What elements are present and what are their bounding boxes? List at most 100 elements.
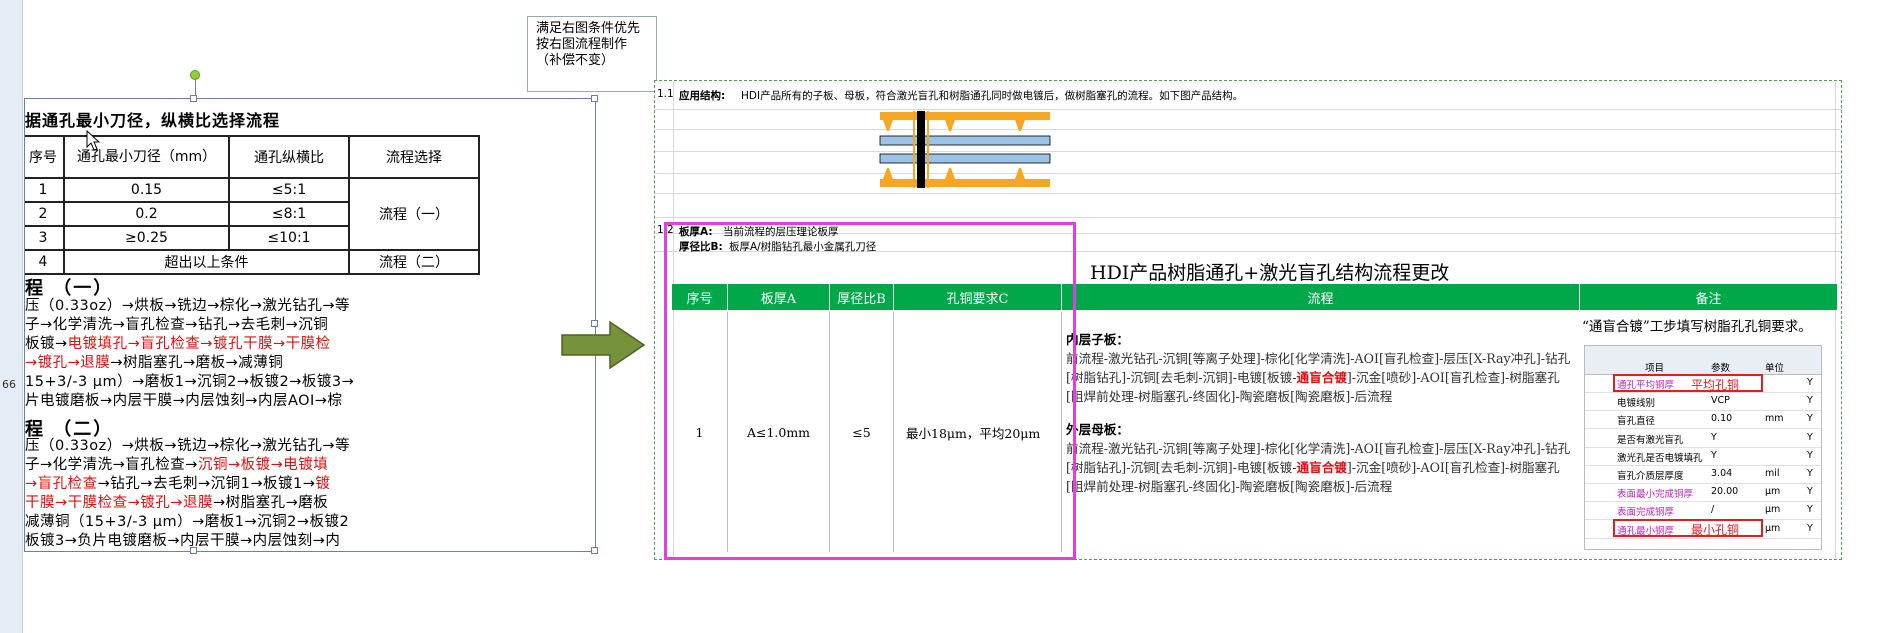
param-flag: Y [1807,377,1813,388]
param-item: 电镀线别 [1617,398,1656,410]
flow-segment: 压（0.33oz）→烘板→铣边→棕化→激光钻孔→等 [25,438,351,454]
table-cell: ≤8:1 [228,201,350,227]
header-remark: 备注 [1580,284,1838,310]
header-flow: 流程 [1062,284,1580,310]
param-item: 激光孔是否电镀填孔 [1617,452,1703,464]
avg-copper-highlight [1613,374,1763,392]
param-row: 激光孔是否电镀填孔 Y Y [1585,447,1821,466]
table-cell: ≥0.25 [63,225,230,251]
remark-text: “通盲合镀”工步填写树脂孔孔铜要求。 [1582,319,1812,335]
flow-line: 片电镀磨板→内层干膜→内层蚀刻→内层AOI→棕 [25,392,354,411]
cursor-icon [86,130,101,151]
table-cell: 1 [25,177,65,203]
min-copper-annotation: 最小孔铜 [1691,523,1740,537]
resize-handle[interactable] [591,95,598,102]
flow-segment: 减薄铜（15+3/-3 μm）→磨板1→沉铜2→板镀2 [25,514,350,530]
flow-picture[interactable]: 据通孔最小刀径，纵横比选择流程 序号 通孔最小刀径（mm） 通孔纵横比 流程选择… [24,98,596,552]
flow-segment: 15+3/-3 μm）→磨板1→沉铜2→板镀2→板镀3→ [25,374,355,390]
param-value: VCP [1711,395,1730,407]
resize-handle[interactable] [591,547,598,554]
row-ruler [0,0,23,633]
resize-handle[interactable] [190,95,197,102]
flow-segment: 子→化学清洗→盲孔检查→钻孔→去毛刺→沉铜 [25,317,329,333]
flow-segment: 子→化学清洗→盲孔检查→ [25,457,198,473]
flow-line: 子→化学清洗→盲孔检查→沉铜→板镀→电镀填 [25,456,350,475]
param-item: 表面最小完成铜厚 [1617,489,1694,501]
flow-segment: 板镀→ [25,336,68,352]
right-arrow-icon [561,320,646,370]
flow-line: 15+3/-3 μm）→磨板1→沉铜2→板镀2→板镀3→ [25,373,354,392]
cell-flow: 内层子板： 前流程-激光钻孔-沉铜[等离子处理]-棕化[化学清洗]-AOI[盲孔… [1066,330,1576,496]
flow-line: 压（0.33oz）→烘板→铣边→棕化→激光钻孔→等 [25,437,350,456]
table-cell: 3 [25,225,65,251]
param-unit: μm [1765,504,1781,516]
min-copper-highlight [1613,519,1763,537]
table-cell: 4 [25,249,65,275]
table-cell: 0.15 [63,177,230,203]
col-header-ratio: 通孔纵横比 [228,135,350,179]
row-number: 66 [2,378,16,391]
flow-segment: →树脂塞孔→磨板→减薄铜 [110,355,284,371]
flow-segment: →树脂塞孔→磨板 [212,495,329,511]
flow-segment: 电镀填孔→盲孔检查→镀孔干膜→干膜检 [67,336,331,352]
param-flag: Y [1807,449,1813,461]
flow-segment: 沉铜→板镀→电镀填 [197,457,329,473]
param-header-item: 项目 [1645,363,1665,374]
table-cell: 超出以上条件 [63,249,350,275]
flow-segment: →镀孔→退膜 [25,355,111,371]
table-title: HDI产品树脂通孔+激光盲孔结构流程更改 [1090,262,1450,284]
structure-text: HDI产品所有的子板、母板，符合激光盲孔和树脂通孔同时做电镀后，做树脂塞孔的流程… [741,90,1244,102]
picture-title: 据通孔最小刀径，纵横比选择流程 [25,111,281,130]
selection-table: 序号 通孔最小刀径（mm） 通孔纵横比 流程选择 1 0.15 ≤5:1 流程（… [25,135,480,275]
param-item: 表面完成铜厚 [1617,507,1675,519]
param-flag: Y [1807,522,1813,534]
param-item: 是否有激光盲孔 [1617,434,1684,446]
choice-flow-1: 流程（一） [348,177,480,251]
rotate-handle[interactable] [190,70,200,80]
resize-handle[interactable] [190,547,197,554]
flow-segment: →盲孔检查 [25,476,98,492]
param-item: 盲孔介质层厚度 [1617,471,1684,482]
table-cell: 2 [25,201,65,227]
param-row: 是否有激光盲孔 Y Y [1585,429,1821,448]
param-value: Y [1711,449,1717,461]
flow-line: →镀孔→退膜→树脂塞孔→磨板→减薄铜 [25,354,354,373]
param-unit: μm [1765,486,1781,498]
param-flag: Y [1807,431,1813,443]
param-header-unit: 单位 [1765,363,1785,374]
param-row: 表面完成铜厚 / μm Y [1585,501,1821,521]
col-header-choice: 流程选择 [348,135,480,179]
row-1-1-number: 1.1 [657,88,674,100]
flow-line: 板镀3→负片电镀磨板→内层干膜→内层蚀刻→内 [25,532,350,551]
param-unit: μm [1765,522,1781,534]
flow-line: 压（0.33oz）→烘板→铣边→棕化→激光钻孔→等 [25,297,354,316]
choice-flow-2: 流程（二） [348,249,480,275]
outer-flow-highlight: 通盲合镀 [1296,460,1347,475]
flow-line: 干膜→干膜检查→镀孔→退膜→树脂塞孔→磨板 [25,494,350,513]
flow-segment: 干膜→干膜检查→镀孔→退膜 [25,495,213,511]
param-value: 0.10 [1711,413,1733,425]
callout-note[interactable]: 满足右图条件优先按右图流程制作（补偿不变） [527,16,657,92]
flow-segment: 板镀3→负片电镀磨板→内层干膜→内层蚀刻→内 [25,533,341,549]
param-value: 20.00 [1711,486,1739,498]
flow-line: 板镀→电镀填孔→盲孔检查→镀孔干膜→干膜检 [25,335,354,354]
param-value: / [1711,504,1715,516]
avg-copper-annotation: 平均孔铜 [1691,378,1740,392]
param-unit: mil [1765,468,1780,479]
flow-segment: 压（0.33oz）→烘板→铣边→棕化→激光钻孔→等 [25,298,351,314]
table-cell: ≤5:1 [228,177,350,203]
param-flag: Y [1807,486,1813,498]
param-item: 盲孔直径 [1617,416,1656,428]
highlight-frame [664,222,1076,560]
param-flag: Y [1807,413,1813,425]
param-flag: Y [1807,468,1813,479]
param-value: 3.04 [1711,468,1733,479]
table-cell: 0.2 [63,201,230,227]
table-cell: ≤10:1 [228,225,350,251]
flow-line: 减薄铜（15+3/-3 μm）→磨板1→沉铜2→板镀2 [25,513,350,532]
param-grid-screenshot: 项目 参数 单位 通孔平均铜厚 Y 电镀线别 VCP Y 盲孔直径 0.10 mm Y 是否有激光… [1584,345,1822,550]
flow-segment: →钻孔→去毛刺→沉铜1→板镀1→ [97,476,316,492]
flow1-text: 压（0.33oz）→烘板→铣边→棕化→激光钻孔→等 子→化学清洗→盲孔检查→钻孔→… [25,297,354,411]
product-structure-figure [879,111,1051,188]
param-row: 表面最小完成铜厚 20.00 μm Y [1585,483,1821,503]
